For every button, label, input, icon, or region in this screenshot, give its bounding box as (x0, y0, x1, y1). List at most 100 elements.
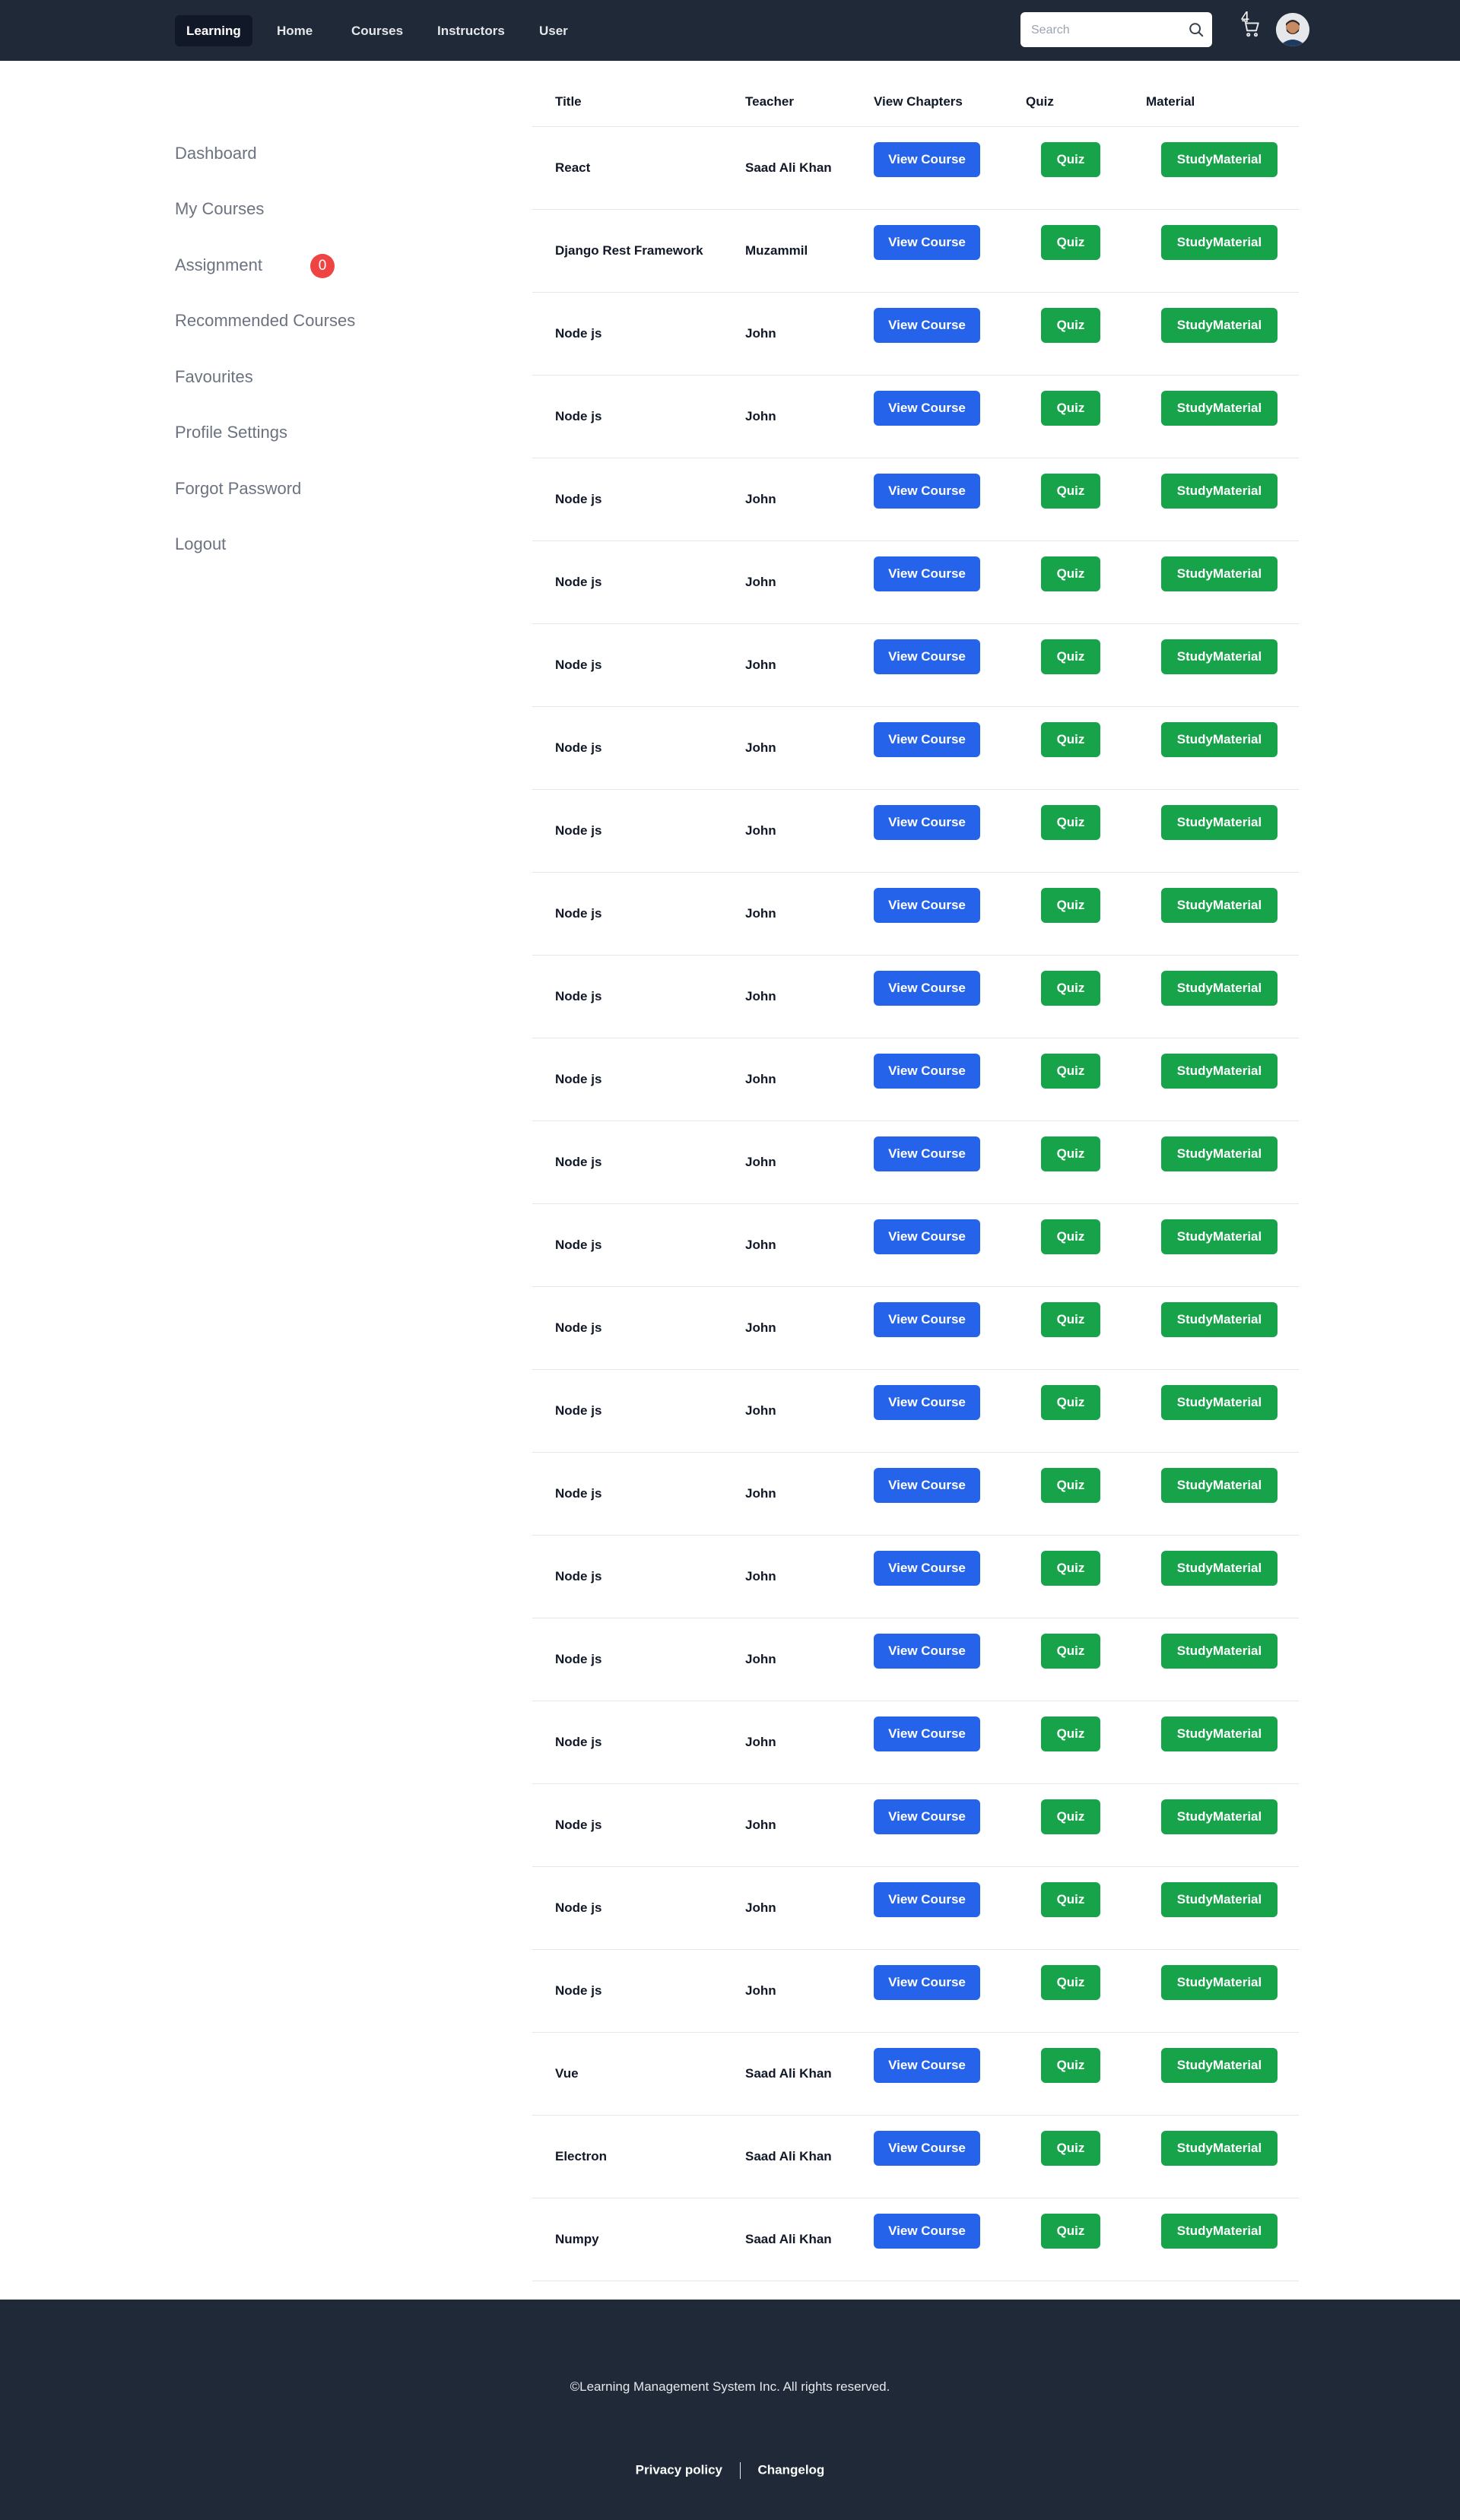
view-course-button[interactable]: View Course (874, 1219, 980, 1254)
study-material-button[interactable]: StudyMaterial (1161, 142, 1278, 177)
study-material-button[interactable]: StudyMaterial (1161, 1634, 1278, 1669)
study-material-button[interactable]: StudyMaterial (1161, 474, 1278, 509)
quiz-button[interactable]: Quiz (1041, 805, 1100, 840)
quiz-button[interactable]: Quiz (1041, 2131, 1100, 2166)
quiz-button[interactable]: Quiz (1041, 2214, 1100, 2249)
nav-link-home[interactable]: Home (265, 15, 324, 46)
study-material-button[interactable]: StudyMaterial (1161, 1385, 1278, 1420)
nav-learning-brand[interactable]: Learning (175, 15, 252, 46)
view-course-button[interactable]: View Course (874, 556, 980, 591)
sidebar-item-assignment[interactable]: Assignment (175, 255, 262, 275)
search-icon[interactable] (1188, 21, 1204, 38)
study-material-button[interactable]: StudyMaterial (1161, 722, 1278, 757)
view-course-button[interactable]: View Course (874, 1965, 980, 2000)
nav-link-instructors[interactable]: Instructors (426, 15, 516, 46)
quiz-button[interactable]: Quiz (1041, 1965, 1100, 2000)
cart-button[interactable]: 4 (1238, 9, 1265, 44)
quiz-button[interactable]: Quiz (1041, 2048, 1100, 2083)
study-material-button[interactable]: StudyMaterial (1161, 2131, 1278, 2166)
table-row: Node js John View Course Quiz StudyMaterial (532, 790, 1299, 873)
quiz-button[interactable]: Quiz (1041, 1634, 1100, 1669)
quiz-button[interactable]: Quiz (1041, 391, 1100, 426)
view-course-button[interactable]: View Course (874, 1882, 980, 1917)
sidebar-item-my-courses[interactable]: My Courses (175, 199, 264, 219)
quiz-button[interactable]: Quiz (1041, 1716, 1100, 1751)
study-material-button[interactable]: StudyMaterial (1161, 805, 1278, 840)
sidebar-item-favourites[interactable]: Favourites (175, 367, 253, 387)
study-material-button[interactable]: StudyMaterial (1161, 1965, 1278, 2000)
study-material-button[interactable]: StudyMaterial (1161, 888, 1278, 923)
view-course-button[interactable]: View Course (874, 308, 980, 343)
study-material-button[interactable]: StudyMaterial (1161, 556, 1278, 591)
study-material-button[interactable]: StudyMaterial (1161, 308, 1278, 343)
changelog-link[interactable]: Changelog (757, 2462, 824, 2477)
quiz-button[interactable]: Quiz (1041, 1468, 1100, 1503)
quiz-button[interactable]: Quiz (1041, 639, 1100, 674)
view-course-button[interactable]: View Course (874, 2048, 980, 2083)
study-material-button[interactable]: StudyMaterial (1161, 1136, 1278, 1171)
view-course-button[interactable]: View Course (874, 225, 980, 260)
sidebar-item-forgot-password[interactable]: Forgot Password (175, 479, 301, 499)
view-course-button[interactable]: View Course (874, 474, 980, 509)
quiz-button[interactable]: Quiz (1041, 1054, 1100, 1089)
view-course-button[interactable]: View Course (874, 142, 980, 177)
quiz-button[interactable]: Quiz (1041, 1385, 1100, 1420)
sidebar-item-dashboard[interactable]: Dashboard (175, 144, 257, 163)
view-course-button[interactable]: View Course (874, 639, 980, 674)
quiz-button[interactable]: Quiz (1041, 1551, 1100, 1586)
study-material-button[interactable]: StudyMaterial (1161, 639, 1278, 674)
study-material-button[interactable]: StudyMaterial (1161, 1551, 1278, 1586)
quiz-button[interactable]: Quiz (1041, 225, 1100, 260)
search-input[interactable] (1030, 12, 1185, 49)
view-course-button[interactable]: View Course (874, 2214, 980, 2249)
view-course-button[interactable]: View Course (874, 1302, 980, 1337)
quiz-button[interactable]: Quiz (1041, 474, 1100, 509)
view-course-button[interactable]: View Course (874, 805, 980, 840)
quiz-button[interactable]: Quiz (1041, 556, 1100, 591)
sidebar-item-logout[interactable]: Logout (175, 534, 226, 554)
quiz-button[interactable]: Quiz (1041, 1799, 1100, 1834)
view-course-button[interactable]: View Course (874, 722, 980, 757)
view-course-button[interactable]: View Course (874, 1385, 980, 1420)
view-course-button[interactable]: View Course (874, 1468, 980, 1503)
study-material-button[interactable]: StudyMaterial (1161, 1716, 1278, 1751)
sidebar-item-profile-settings[interactable]: Profile Settings (175, 423, 287, 442)
study-material-button[interactable]: StudyMaterial (1161, 2048, 1278, 2083)
view-course-button[interactable]: View Course (874, 1054, 980, 1089)
nav-link-courses[interactable]: Courses (340, 15, 414, 46)
study-material-button[interactable]: StudyMaterial (1161, 225, 1278, 260)
study-material-button[interactable]: StudyMaterial (1161, 1219, 1278, 1254)
quiz-button[interactable]: Quiz (1041, 1219, 1100, 1254)
view-course-button[interactable]: View Course (874, 971, 980, 1006)
quiz-button[interactable]: Quiz (1041, 888, 1100, 923)
view-course-button[interactable]: View Course (874, 2131, 980, 2166)
view-course-button[interactable]: View Course (874, 391, 980, 426)
study-material-button[interactable]: StudyMaterial (1161, 391, 1278, 426)
view-course-button[interactable]: View Course (874, 1551, 980, 1586)
quiz-button[interactable]: Quiz (1041, 142, 1100, 177)
quiz-button[interactable]: Quiz (1041, 1136, 1100, 1171)
study-material-button[interactable]: StudyMaterial (1161, 971, 1278, 1006)
quiz-button[interactable]: Quiz (1041, 722, 1100, 757)
sidebar-item-recommended-courses[interactable]: Recommended Courses (175, 311, 355, 331)
user-avatar[interactable] (1276, 13, 1309, 46)
study-material-button[interactable]: StudyMaterial (1161, 1468, 1278, 1503)
study-material-button[interactable]: StudyMaterial (1161, 1799, 1278, 1834)
view-course-button[interactable]: View Course (874, 888, 980, 923)
quiz-button[interactable]: Quiz (1041, 1882, 1100, 1917)
quiz-button[interactable]: Quiz (1041, 971, 1100, 1006)
quiz-button[interactable]: Quiz (1041, 308, 1100, 343)
view-course-button[interactable]: View Course (874, 1634, 980, 1669)
study-material-button[interactable]: StudyMaterial (1161, 1054, 1278, 1089)
table-row: Electron Saad Ali Khan View Course Quiz Stud… (532, 2116, 1299, 2198)
study-material-button[interactable]: StudyMaterial (1161, 2214, 1278, 2249)
privacy-policy-link[interactable]: Privacy policy (636, 2462, 722, 2477)
study-material-button[interactable]: StudyMaterial (1161, 1302, 1278, 1337)
study-material-button[interactable]: StudyMaterial (1161, 1882, 1278, 1917)
nav-link-user[interactable]: User (528, 15, 579, 46)
quiz-button[interactable]: Quiz (1041, 1302, 1100, 1337)
view-course-button[interactable]: View Course (874, 1136, 980, 1171)
table-row: Node js John View Course Quiz StudyMaterial (532, 1453, 1299, 1536)
view-course-button[interactable]: View Course (874, 1799, 980, 1834)
view-course-button[interactable]: View Course (874, 1716, 980, 1751)
